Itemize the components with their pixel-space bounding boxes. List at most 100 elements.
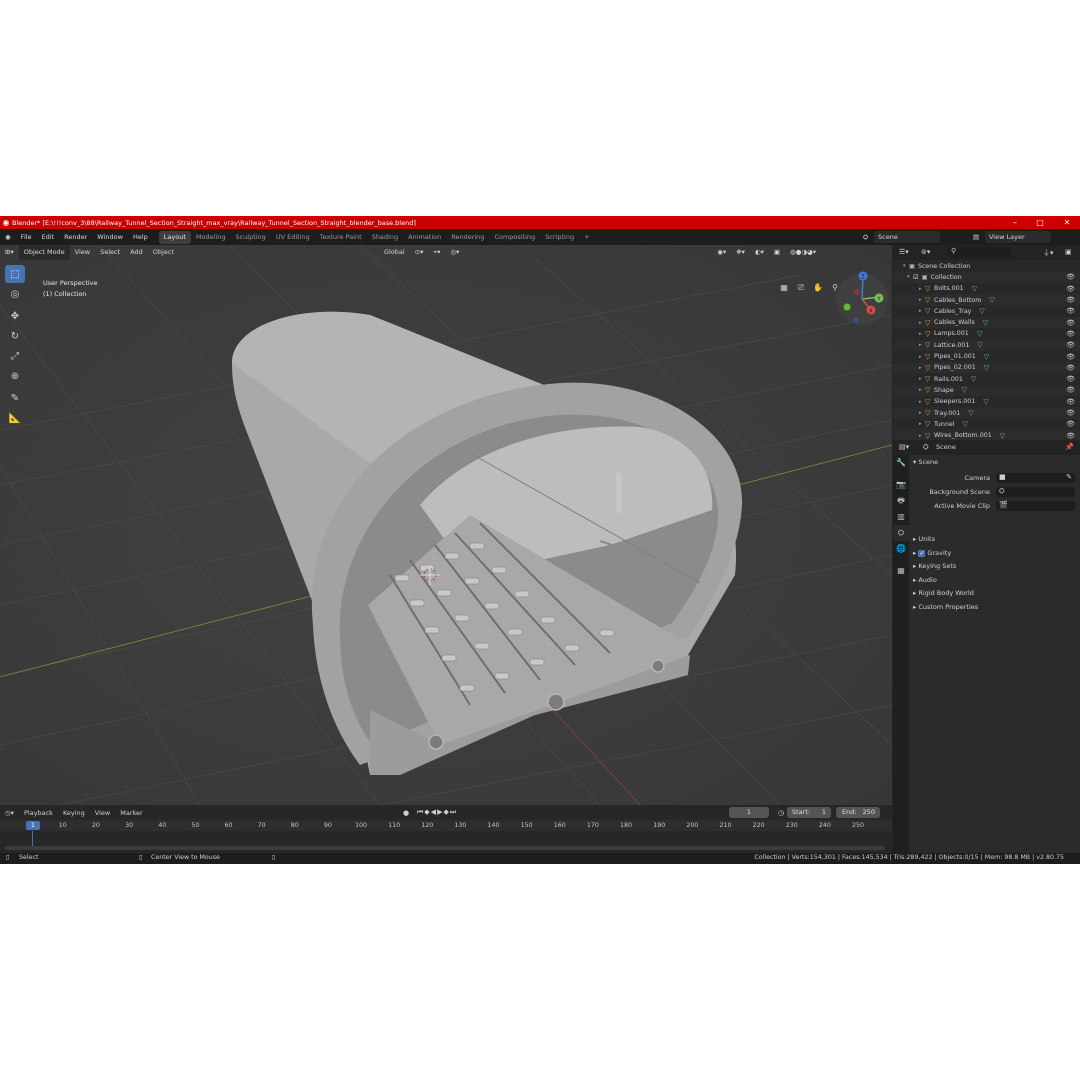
tool-tab-icon[interactable]: 🔧 bbox=[893, 455, 909, 471]
frame-ruler[interactable]: 1 10 20 30 40 50 60 70 80 90 100 110 120 130 140 150 160… bbox=[0, 820, 892, 831]
3d-viewport[interactable]: Y Z X ⊞▾ Object Mode View Select Add Obj… bbox=[0, 245, 892, 805]
add-workspace-button[interactable]: + bbox=[579, 231, 594, 244]
eye-icon[interactable]: 👁 bbox=[1066, 364, 1075, 372]
tab-modeling[interactable]: Modeling bbox=[191, 231, 231, 244]
gizmo-toggle-icon[interactable]: ✥▾ bbox=[731, 245, 750, 259]
outliner-item[interactable]: ▸ ▽ Cables_Tray ▽ 👁 bbox=[893, 306, 1080, 317]
eye-icon[interactable]: 👁 bbox=[1066, 386, 1075, 394]
timeline-editor-icon[interactable]: ◷▾ bbox=[0, 809, 19, 817]
tab-texture-paint[interactable]: Texture Paint bbox=[315, 231, 367, 244]
tab-shading[interactable]: Shading bbox=[367, 231, 403, 244]
select-box-tool-icon[interactable]: ⬚ bbox=[5, 265, 25, 283]
xray-icon[interactable]: ▣ bbox=[769, 245, 785, 259]
view-layer-icon[interactable]: ▤ bbox=[968, 229, 984, 245]
audio-panel[interactable]: ▸ Audio bbox=[913, 574, 1076, 587]
mode-selector[interactable]: Object Mode bbox=[18, 245, 70, 260]
cursor-tool-icon[interactable]: ◎ bbox=[5, 285, 25, 303]
outliner-item[interactable]: ▸ ▽ Sleepers.001 ▽ 👁 bbox=[893, 396, 1080, 407]
eye-icon[interactable]: 👁 bbox=[1066, 285, 1075, 293]
properties-editor-icon[interactable]: ▤▾ bbox=[899, 443, 909, 451]
tab-sculpting[interactable]: Sculpting bbox=[230, 231, 270, 244]
gravity-panel[interactable]: ▸ ✓ Gravity bbox=[913, 547, 1076, 560]
tab-animation[interactable]: Animation bbox=[403, 231, 446, 244]
outliner-item[interactable]: ▸ ▽ Cables_Bottom ▽ 👁 bbox=[893, 294, 1080, 306]
blender-menu-icon[interactable]: ◉ bbox=[0, 229, 16, 245]
timeline-scrollbar[interactable] bbox=[5, 846, 885, 850]
viewport-scene[interactable]: Y Z X bbox=[0, 245, 892, 805]
outliner-collection[interactable]: ▾ ☑ ▣ Collection 👁 bbox=[893, 271, 1080, 284]
menu-view[interactable]: View bbox=[70, 245, 95, 259]
custom-properties-panel[interactable]: ▸ Custom Properties bbox=[913, 601, 1076, 614]
pan-hand-icon[interactable]: ✋ bbox=[811, 281, 825, 295]
outliner-item[interactable]: ▸ ▽ Lattice.001 ▽ 👁 bbox=[893, 339, 1080, 351]
menu-window[interactable]: Window bbox=[92, 229, 128, 245]
scene-selector[interactable]: Scene bbox=[874, 231, 940, 243]
new-collection-icon[interactable]: ▣ bbox=[1065, 248, 1072, 256]
menu-object[interactable]: Object bbox=[148, 245, 179, 259]
eye-icon[interactable]: 👁 bbox=[1066, 273, 1075, 281]
eye-icon[interactable]: 👁 bbox=[1066, 432, 1075, 440]
eye-icon[interactable]: 👁 bbox=[1066, 353, 1075, 361]
outliner-editor-icon[interactable]: ☰▾ bbox=[899, 248, 909, 256]
outliner-search-input[interactable]: ⚲ bbox=[948, 247, 1011, 258]
transform-orientation-selector[interactable]: Global bbox=[379, 245, 410, 259]
rotate-tool-icon[interactable]: ↻ bbox=[5, 327, 25, 345]
rigid-body-world-panel[interactable]: ▸ Rigid Body World bbox=[913, 587, 1076, 600]
outliner-scene-collection[interactable]: ▾ ▣ Scene Collection bbox=[893, 261, 1080, 272]
outliner-item[interactable]: ▸ ▽ Lamps.001 ▽ 👁 bbox=[893, 328, 1080, 339]
menu-keying[interactable]: Keying bbox=[58, 809, 90, 817]
outliner-item[interactable]: ▸ ▽ Tray.001 ▽ 👁 bbox=[893, 407, 1080, 419]
texture-tab-icon[interactable]: ▦ bbox=[893, 563, 909, 579]
pin-icon[interactable]: 📌 bbox=[1065, 443, 1074, 451]
view-layer-tab-icon[interactable]: ▥ bbox=[893, 509, 909, 525]
background-scene-field[interactable]: ⛭ bbox=[996, 487, 1075, 497]
eye-icon[interactable]: 👁 bbox=[1066, 330, 1075, 338]
gravity-checkbox[interactable]: ✓ bbox=[918, 549, 926, 557]
output-tab-icon[interactable]: 🖶 bbox=[893, 493, 909, 509]
measure-tool-icon[interactable]: 📐 bbox=[5, 409, 25, 427]
minimize-button[interactable]: – bbox=[1002, 216, 1028, 229]
view-layer-selector[interactable]: View Layer bbox=[985, 231, 1051, 243]
shading-modes-icon[interactable]: ◍●◑◕▾ bbox=[785, 245, 821, 259]
units-panel[interactable]: ▸ Units bbox=[913, 533, 1076, 546]
eye-icon[interactable]: 👁 bbox=[1066, 296, 1075, 304]
close-button[interactable]: ✕ bbox=[1054, 216, 1080, 229]
eye-icon[interactable]: 👁 bbox=[1066, 341, 1075, 349]
tab-scripting[interactable]: Scripting bbox=[540, 231, 579, 244]
menu-edit[interactable]: Edit bbox=[37, 229, 60, 245]
outliner-item[interactable]: ▸ ▽ Pipes_01.001 ▽ 👁 bbox=[893, 351, 1080, 362]
scene-icon[interactable]: ⛭ bbox=[858, 229, 873, 245]
tab-rendering[interactable]: Rendering bbox=[446, 231, 489, 244]
end-frame-field[interactable]: End: 250 bbox=[836, 807, 880, 818]
annotate-tool-icon[interactable]: ✎ bbox=[5, 389, 25, 407]
start-frame-field[interactable]: Start: 1 bbox=[787, 807, 831, 818]
maximize-button[interactable]: □ bbox=[1027, 216, 1053, 229]
menu-help[interactable]: Help bbox=[128, 229, 153, 245]
menu-add[interactable]: Add bbox=[125, 245, 148, 259]
outliner-item[interactable]: ▸ ▽ Tunnel ▽ 👁 bbox=[893, 419, 1080, 430]
eye-icon[interactable]: 👁 bbox=[1066, 420, 1075, 428]
menu-render[interactable]: Render bbox=[59, 229, 92, 245]
camera-view-icon[interactable]: ▦ bbox=[777, 281, 791, 295]
overlay-toggle-icon[interactable]: ◐▾ bbox=[750, 245, 769, 259]
current-frame-field[interactable]: 1 bbox=[729, 807, 769, 818]
scale-tool-icon[interactable]: ⤢ bbox=[5, 347, 25, 365]
active-movie-clip-field[interactable]: 🎬 bbox=[996, 501, 1075, 511]
display-mode-icon[interactable]: ⊚▾ bbox=[921, 248, 930, 256]
transform-tool-icon[interactable]: ⊕ bbox=[5, 367, 25, 385]
keying-sets-panel[interactable]: ▸ Keying Sets bbox=[913, 560, 1076, 573]
eye-icon[interactable]: 👁 bbox=[1066, 307, 1075, 315]
outliner-item[interactable]: ▸ ▽ Rails.001 ▽ 👁 bbox=[893, 374, 1080, 385]
pivot-icon[interactable]: ⊙▾ bbox=[410, 245, 429, 259]
render-tab-icon[interactable]: 📷 bbox=[893, 477, 909, 493]
playback-controls[interactable]: ⏮◆◀▶◆⏭ bbox=[412, 808, 462, 817]
editor-type-icon[interactable]: ⊞▾ bbox=[0, 245, 19, 259]
outliner-item[interactable]: ▸ ▽ Cables_Walls ▽ 👁 bbox=[893, 317, 1080, 329]
camera-icon[interactable]: ⎚ bbox=[794, 281, 808, 295]
outliner-item[interactable]: ▸ ▽ Bolts.001 ▽ 👁 bbox=[893, 283, 1080, 294]
visibility-icon[interactable]: ◉▾ bbox=[712, 245, 731, 259]
checkbox-icon[interactable]: ☑ bbox=[913, 274, 919, 281]
scene-panel-header[interactable]: ▾ Scene bbox=[913, 456, 1076, 469]
world-tab-icon[interactable]: 🌐 bbox=[893, 541, 909, 557]
camera-field[interactable]: ■ ✎ bbox=[996, 473, 1075, 483]
